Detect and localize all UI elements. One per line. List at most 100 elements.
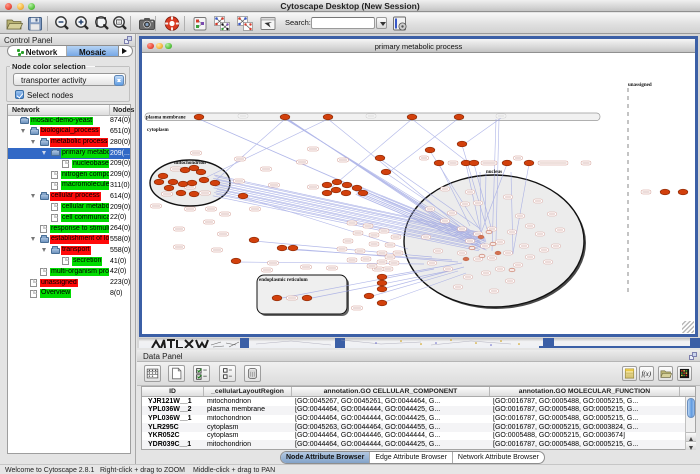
scroll-up-icon[interactable] [686, 432, 696, 441]
table-cell: YPL036W__2 [142, 406, 204, 415]
float-panel-icon[interactable] [124, 36, 132, 44]
scrollbar-thumb[interactable] [687, 398, 695, 418]
tree-header: Network Nodes [8, 105, 130, 116]
tree-row[interactable]: biological_process651(0) [8, 126, 130, 137]
tree-row[interactable]: primary metabolic process209(... [8, 148, 130, 159]
open-file-icon[interactable] [4, 14, 24, 33]
file-icon [30, 290, 37, 298]
tree-row[interactable]: secretion41(0) [8, 256, 130, 267]
tree-row[interactable]: metabolic process280(0) [8, 137, 130, 148]
tree-row[interactable]: cellular process614(0) [8, 191, 130, 202]
tree-row-count: 42(0) [110, 268, 126, 275]
table-row[interactable]: YJR121W__1mitochondrion[GO:0045267, GO:0… [142, 398, 695, 407]
file-icon [40, 225, 47, 233]
tree-row[interactable]: nucleobase-containing209(0) [8, 159, 130, 170]
file-icon [62, 257, 69, 265]
resize-grip[interactable] [682, 321, 694, 333]
tree-row[interactable]: cell communication22(0) [8, 213, 130, 224]
folder-icon [40, 194, 49, 200]
tree-row-label: Overview [40, 289, 71, 298]
tree-row-count: 223(0) [110, 279, 130, 286]
tab-edge-attribute-browser[interactable]: Edge Attribute Browser [370, 452, 453, 463]
tab-network-attribute-browser[interactable]: Network Attribute Browser [453, 452, 544, 463]
matrix-view-icon[interactable] [677, 366, 692, 381]
table-column-header[interactable]: annotation.GO MOLECULAR_FUNCTION [490, 387, 680, 396]
tree-row[interactable]: cellular metabolic proc209(0) [8, 202, 130, 213]
tree-row[interactable]: establishment of local558(0) [8, 234, 130, 245]
tree-row-label: unassigned [40, 279, 78, 288]
network-tree: Network Nodes mosaic-demo-yeast874(0)bio… [7, 104, 131, 454]
copy-network-icon[interactable] [235, 14, 255, 33]
tree-row-label: cellular process [50, 192, 101, 201]
folder-icon [20, 118, 29, 124]
import-table-icon[interactable] [658, 366, 673, 381]
tree-row-label: response to stimulus [50, 225, 109, 234]
tab-network[interactable]: Network [8, 46, 67, 56]
tree-row-count: 558(0) [110, 247, 130, 254]
search-dropdown-button[interactable] [376, 17, 387, 29]
table-row[interactable]: YDR039C__1mitochondrion[GO:0044464, GO:0… [142, 440, 695, 449]
layout-network-icon[interactable] [212, 14, 232, 33]
network-graph-svg: plasma membranecytoplasmmitochondrionnuc… [142, 54, 695, 334]
tab-mosaic[interactable]: Mosaic [67, 46, 119, 56]
tree-expand-icon[interactable] [31, 194, 35, 200]
attribute-table-icon[interactable] [144, 365, 161, 382]
formula-builder-icon[interactable]: f(x) [639, 366, 654, 381]
tree-expand-icon[interactable] [31, 140, 35, 146]
tree-row[interactable]: multi-organism proce42(0) [8, 267, 130, 278]
vizmapper-icon[interactable] [190, 14, 210, 33]
data-panel-float-icon[interactable] [689, 352, 697, 360]
tree-row[interactable]: transport558(0) [8, 245, 130, 256]
zoom-out-icon[interactable] [52, 14, 72, 33]
network-desktop: primary metabolic process plasma membran… [137, 34, 700, 348]
svg-text:nucleus: nucleus [486, 170, 502, 175]
tree-row[interactable]: nitrogen compound me209(0) [8, 169, 130, 180]
table-row[interactable]: YKR052Ccytoplasm[GO:0044464, GO:0044446,… [142, 432, 695, 441]
tree-expand-icon[interactable] [21, 129, 25, 135]
tab-overflow-button[interactable] [119, 46, 132, 56]
tree-row[interactable]: mosaic-demo-yeast874(0) [8, 116, 130, 127]
node-color-combobox[interactable]: transporter activity [13, 73, 126, 86]
search-input[interactable] [311, 17, 375, 29]
zoom-in-icon[interactable] [72, 14, 92, 33]
network-window-title: primary metabolic process [142, 42, 695, 51]
tab-node-attribute-browser[interactable]: Node Attribute Browser [281, 452, 370, 463]
background-windows[interactable] [139, 338, 700, 348]
save-session-icon[interactable] [25, 14, 45, 33]
new-attribute-icon[interactable] [168, 365, 185, 382]
network-window-titlebar[interactable]: primary metabolic process [142, 39, 695, 53]
table-row[interactable]: YPL036W__2plasma membrane[GO:0044464, GO… [142, 406, 695, 415]
tree-row[interactable]: macromolecule metab311(0) [8, 180, 130, 191]
network-canvas[interactable]: plasma membranecytoplasmmitochondrionnuc… [142, 54, 695, 334]
delete-attribute-icon[interactable] [244, 365, 261, 382]
attribute-list-icon[interactable] [622, 366, 637, 381]
tree-expand-icon[interactable] [42, 151, 46, 157]
table-scrollbar[interactable] [685, 397, 695, 450]
cytopanel-icon[interactable] [162, 14, 182, 33]
tree-row-count: 264(0) [110, 225, 130, 232]
tree-row[interactable]: response to stimulus264(0) [8, 223, 130, 234]
tree-row-label: secretion [72, 257, 102, 266]
tree-expand-icon[interactable] [31, 237, 35, 243]
annotation-icon[interactable] [258, 14, 278, 33]
table-cell: mitochondrion [204, 398, 292, 407]
tree-row[interactable]: unassigned 223(0) [8, 277, 130, 288]
zoom-fit-icon[interactable] [92, 14, 112, 33]
scroll-down-icon[interactable] [686, 441, 696, 450]
unselect-attributes-icon[interactable] [219, 365, 236, 382]
table-column-header[interactable]: ID [142, 387, 204, 396]
table-row[interactable]: YLR295Ccytoplasm[GO:0045263, GO:0044464,… [142, 423, 695, 432]
table-column-header[interactable]: _cellularLayoutRegion [204, 387, 292, 396]
zoom-selected-icon[interactable] [110, 14, 130, 33]
snapshot-icon[interactable] [137, 14, 157, 33]
file-icon [62, 160, 69, 168]
cytoscape-desktop: Cytoscape Desktop (New Session) Search: … [0, 0, 700, 474]
tree-row[interactable]: Overview8(0) [8, 288, 130, 299]
tree-row-label: mosaic-demo-yeast [30, 117, 93, 126]
tree-expand-icon[interactable] [42, 248, 46, 254]
table-column-header[interactable]: annotation.GO CELLULAR_COMPONENT [292, 387, 490, 396]
table-row[interactable]: YPL036W__1mitochondrion[GO:0044464, GO:0… [142, 415, 695, 424]
search-options-icon[interactable] [390, 14, 410, 33]
svg-text:f(x): f(x) [642, 371, 652, 378]
select-attributes-icon[interactable] [193, 365, 210, 382]
